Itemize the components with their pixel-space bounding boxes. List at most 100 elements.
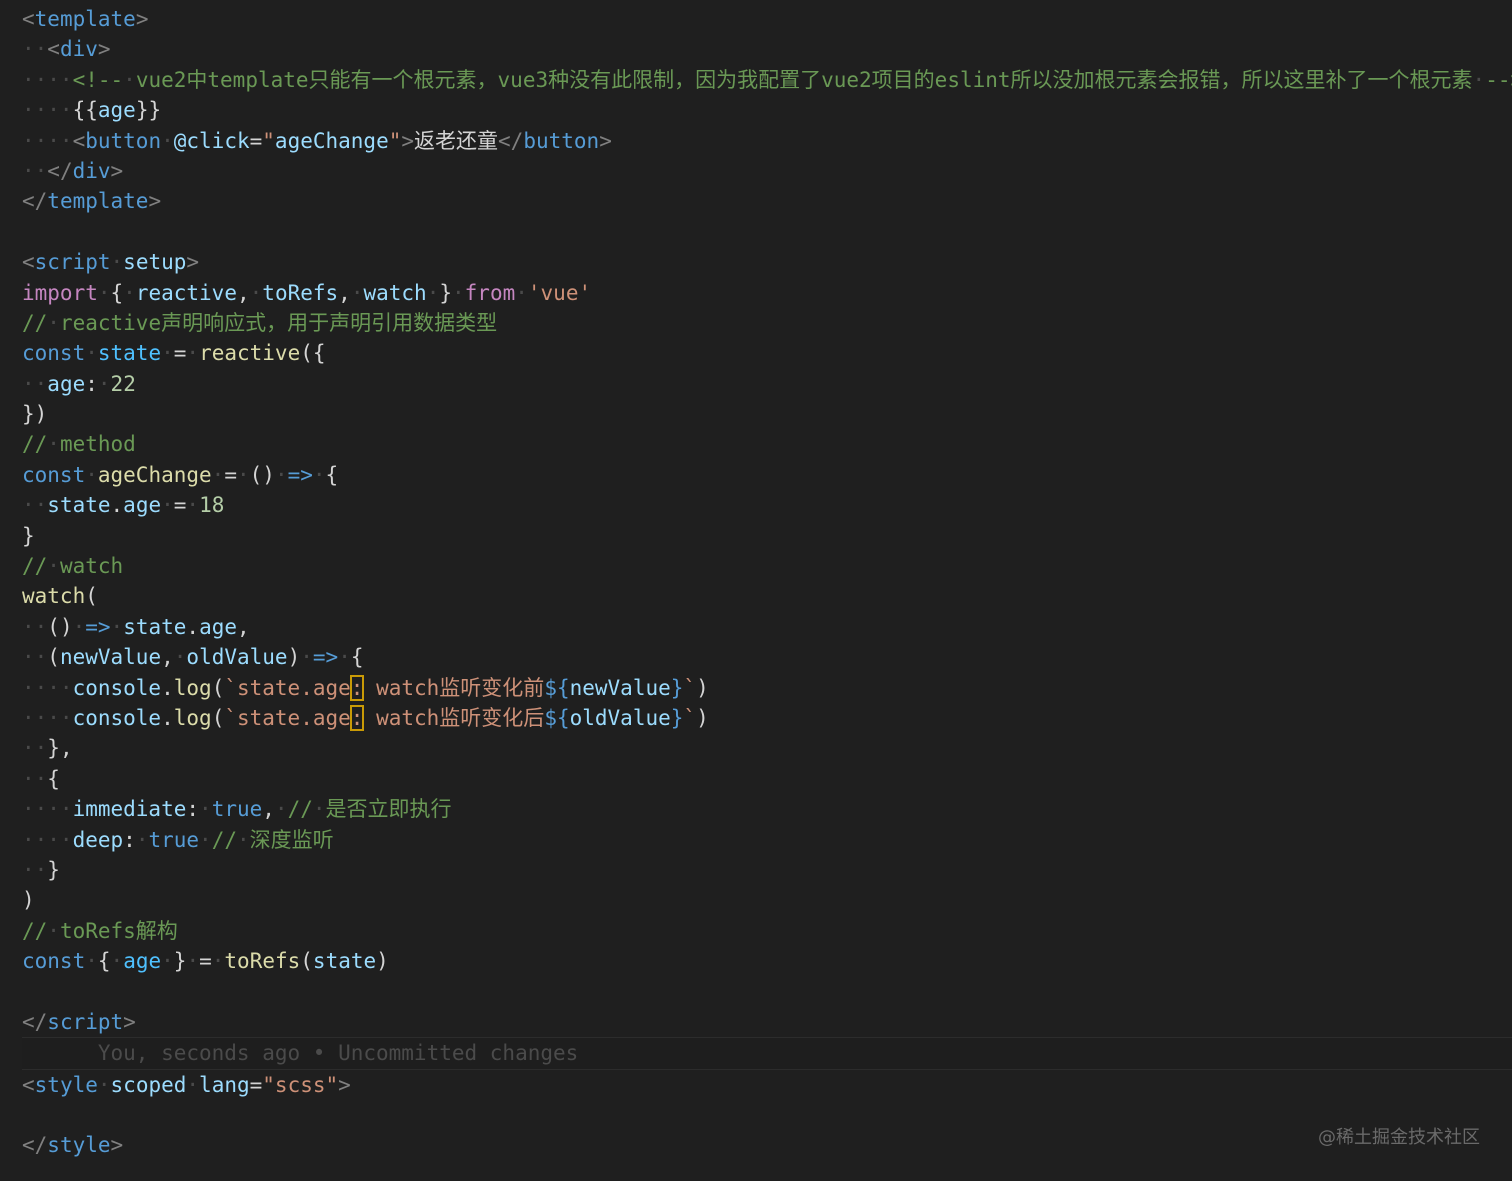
code-line[interactable]: </style> — [22, 1130, 1512, 1160]
code-line[interactable]: import·{·reactive,·toRefs,·watch·}·from·… — [22, 278, 1512, 308]
whitespace-marker: · — [426, 280, 440, 305]
code-token: --> — [1485, 67, 1512, 92]
code-line[interactable]: ····<button·@click="ageChange">返老还童</but… — [22, 126, 1512, 156]
whitespace-marker: ···· — [22, 827, 73, 852]
code-token: // — [287, 797, 313, 822]
code-line[interactable]: </script> — [22, 1007, 1512, 1037]
code-line[interactable]: ····{{age}} — [22, 95, 1512, 125]
code-line[interactable]: }) — [22, 399, 1512, 429]
code-line[interactable]: <script·setup> — [22, 247, 1512, 277]
code-line[interactable]: ··}, — [22, 733, 1512, 763]
whitespace-marker: ·· — [22, 614, 48, 639]
code-token: , — [161, 645, 174, 670]
code-line[interactable]: //·reactive声明响应式，用于声明引用数据类型 — [22, 308, 1512, 338]
whitespace-marker: · — [237, 827, 250, 852]
code-line[interactable]: ····console.log(`state.age: watch监听变化前${… — [22, 673, 1512, 703]
code-token: } — [670, 675, 684, 700]
code-line[interactable]: ··(newValue,·oldValue)·=>·{ — [22, 642, 1512, 672]
code-line[interactable]: const·ageChange·=·()·=>·{ — [22, 460, 1512, 490]
watermark: @稀土掘金技术社区 — [1318, 1127, 1480, 1148]
code-line[interactable]: ··<div> — [22, 34, 1512, 64]
code-line[interactable]: const·{·age·}·=·toRefs(state) — [22, 946, 1512, 976]
code-token: deep — [72, 827, 124, 852]
whitespace-marker: · — [85, 341, 98, 366]
code-line[interactable]: ··()·=>·state.age, — [22, 612, 1512, 642]
highlighted-token: : — [349, 674, 365, 701]
code-line[interactable]: ··state.age·=·18 — [22, 490, 1512, 520]
code-token: = — [224, 462, 237, 487]
code-line[interactable]: <style·scoped·lang="scss"> — [22, 1070, 1512, 1100]
code-token: age — [123, 493, 162, 518]
whitespace-marker: ·· — [22, 857, 48, 882]
code-token: > — [148, 189, 162, 214]
code-token: // — [22, 554, 48, 579]
code-line[interactable]: ··} — [22, 855, 1512, 885]
code-line[interactable]: } — [22, 521, 1512, 551]
code-token: state — [97, 341, 162, 366]
code-token: log — [173, 705, 212, 730]
code-token: {{ — [72, 98, 98, 123]
code-token: console — [72, 675, 162, 700]
code-line[interactable]: ··{ — [22, 764, 1512, 794]
code-token: ${ — [544, 705, 570, 730]
code-editor[interactable]: <template> ··<div> ····<!--·vue2中template只… — [0, 0, 1512, 1181]
code-line[interactable]: watch( — [22, 581, 1512, 611]
code-line[interactable]: ··age:·22 — [22, 369, 1512, 399]
code-line[interactable]: //·watch — [22, 551, 1512, 581]
code-line[interactable]: ····immediate:·true,·//·是否立即执行 — [22, 794, 1512, 824]
whitespace-marker: ·· — [22, 158, 48, 183]
code-token: ageChange — [274, 128, 389, 153]
code-line[interactable]: //·toRefs解构 — [22, 916, 1512, 946]
code-token: oldValue — [569, 705, 671, 730]
code-token: . — [161, 705, 174, 730]
code-line[interactable] — [22, 217, 1512, 247]
whitespace-marker: ···· — [22, 675, 73, 700]
code-token: }) — [22, 402, 48, 427]
code-token: > — [123, 1009, 136, 1034]
code-line[interactable] — [22, 977, 1512, 1007]
whitespace-marker: · — [274, 462, 288, 487]
code-token: // — [22, 310, 48, 335]
code-token: ` — [683, 705, 697, 730]
code-token: reactive — [135, 280, 237, 305]
code-token: > — [135, 7, 149, 31]
whitespace-marker: · — [350, 280, 364, 305]
code-line[interactable]: ····deep:·true·//·深度监听 — [22, 825, 1512, 855]
code-line[interactable]: <template> — [22, 4, 1512, 34]
code-token: div — [72, 158, 111, 183]
code-token: ({ — [300, 341, 326, 366]
code-line[interactable]: ··</div> — [22, 156, 1512, 186]
code-line[interactable] — [22, 1100, 1512, 1130]
code-token: lang — [199, 1072, 250, 1097]
code-token: . — [186, 614, 200, 639]
code-token: ( — [85, 584, 98, 609]
code-token: script — [47, 1009, 124, 1034]
code-token: < — [47, 37, 60, 62]
code-line[interactable]: //·method — [22, 429, 1512, 459]
code-line[interactable]: ····<!--·vue2中template只能有一个根元素，vue3种没有此限… — [22, 65, 1512, 95]
code-token: ( — [211, 705, 225, 730]
code-line[interactable]: ) — [22, 885, 1512, 915]
code-token: // — [22, 918, 48, 943]
whitespace-marker: · — [312, 797, 326, 822]
code-line[interactable]: const·state·=·reactive({ — [22, 338, 1512, 368]
whitespace-marker: · — [236, 462, 250, 487]
code-token: = — [249, 1072, 263, 1097]
code-token: > — [401, 128, 415, 153]
code-token: < — [22, 1072, 35, 1097]
whitespace-marker: · — [123, 67, 136, 92]
whitespace-marker: ·· — [22, 493, 48, 518]
code-token: true — [211, 797, 263, 822]
code-token: age — [97, 98, 136, 123]
code-token: > — [599, 128, 612, 153]
code-token: , — [262, 797, 275, 822]
code-area[interactable]: <template> ··<div> ····<!--·vue2中template只… — [22, 4, 1512, 1161]
code-token: ) — [376, 949, 389, 974]
code-token: = — [249, 128, 263, 153]
code-line[interactable]: </template> — [22, 186, 1512, 216]
whitespace-marker: · — [135, 827, 149, 852]
git-blame-annotation[interactable]: You, seconds ago • Uncommitted changes — [22, 1037, 1512, 1070]
whitespace-marker: ·· — [22, 645, 48, 670]
code-line[interactable]: ····console.log(`state.age: watch监听变化后${… — [22, 703, 1512, 733]
